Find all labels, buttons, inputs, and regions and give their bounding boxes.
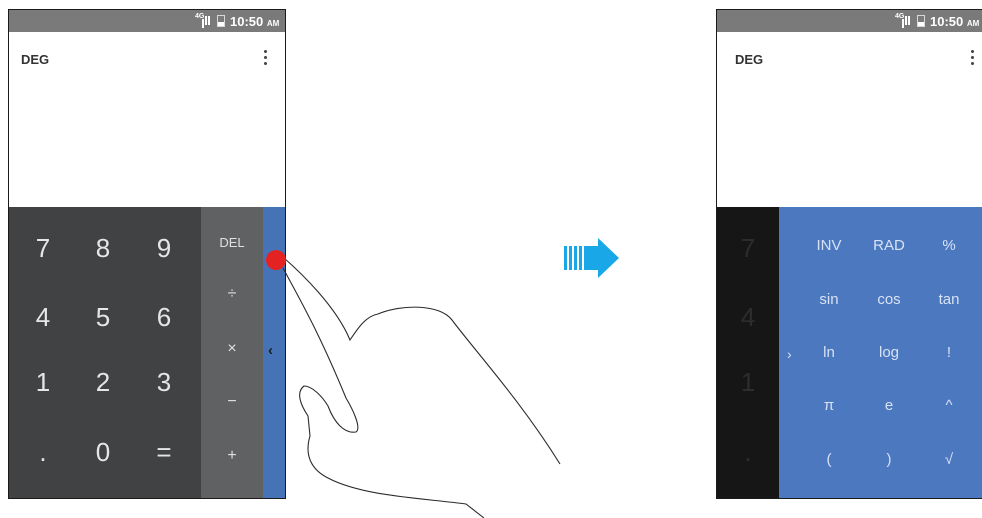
key-cos[interactable]: cos [859,291,919,308]
status-time: 10:50 AM [930,14,980,29]
hand-swipe-icon [282,257,561,518]
key-decimal: . [744,437,752,467]
key-sqrt[interactable]: √ [919,451,979,468]
key-tan[interactable]: tan [919,291,979,308]
more-vert-icon[interactable] [971,50,975,68]
key-close-paren[interactable]: ) [859,451,919,468]
touch-point-icon [266,250,286,270]
status-bar: 4G 10:50 AM [717,10,982,32]
key-inv[interactable]: INV [799,237,859,254]
battery-icon [917,15,925,27]
key-pi[interactable]: π [799,397,859,414]
number-pad-dimmed: 7 4 1 . [717,207,779,498]
key-e[interactable]: e [859,397,919,414]
key-4: 4 [740,302,756,332]
key-power[interactable]: ^ [919,397,979,414]
calculator-display: DEG [717,32,982,207]
angle-mode-label: DEG [735,52,764,67]
key-rad[interactable]: RAD [859,237,919,254]
key-percent[interactable]: % [919,237,979,254]
key-1: 1 [740,367,756,397]
key-log[interactable]: log [859,344,919,361]
chevron-right-icon[interactable]: › [787,346,792,362]
signal-icon [905,16,907,25]
key-open-paren[interactable]: ( [799,451,859,468]
key-factorial[interactable]: ! [919,344,979,361]
arrow-right-icon [564,238,619,278]
key-ln[interactable]: ln [799,344,859,361]
network-label: 4G [895,13,905,20]
advanced-panel: › INV RAD % sin cos tan ln log ! π e ^ (… [779,207,982,498]
key-7: 7 [740,233,756,263]
key-sin[interactable]: sin [799,291,859,308]
calculator-screen-after: 4G 10:50 AM DEG 7 4 1 . › INV RAD % sin … [716,9,982,499]
